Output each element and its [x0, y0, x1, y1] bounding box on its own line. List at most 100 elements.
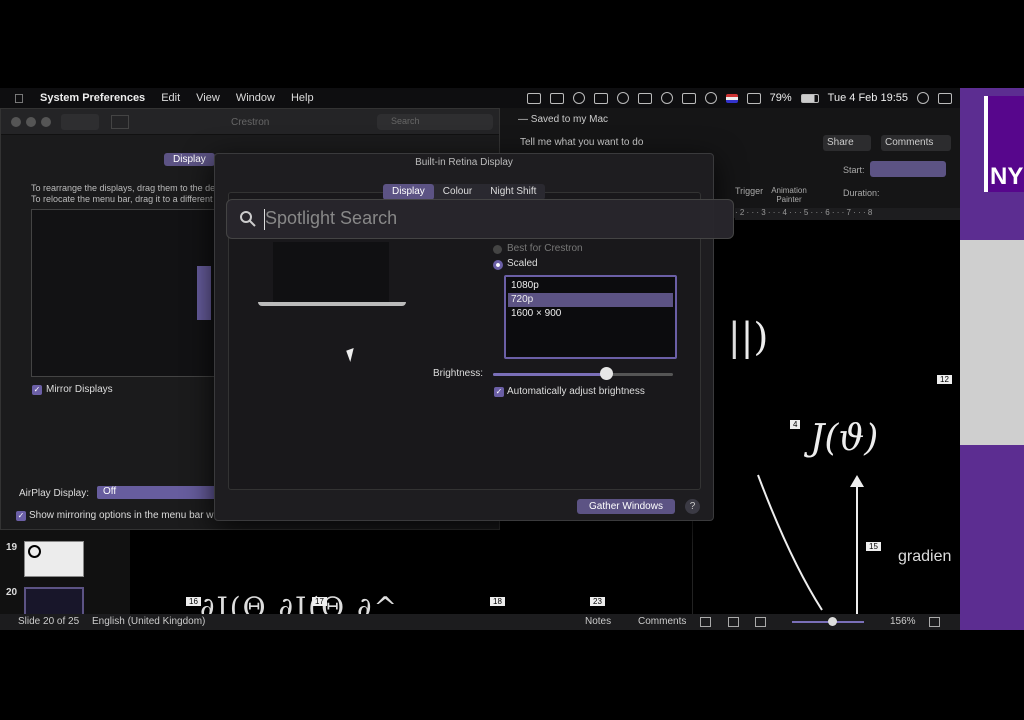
animation-tag: 18 — [490, 597, 505, 606]
slide-arrow-head — [850, 475, 864, 487]
resolution-option-selected[interactable]: 720p — [508, 293, 673, 307]
tell-me-field[interactable]: Tell me what you want to do — [520, 137, 643, 148]
show-all-grid-icon[interactable] — [111, 115, 129, 129]
teamviewer-icon[interactable] — [526, 92, 541, 104]
presenter-photo — [960, 240, 1024, 445]
save-status: — Saved to my Mac — [518, 114, 609, 125]
dropbox-icon[interactable] — [549, 92, 564, 104]
menu-view[interactable]: View — [196, 92, 220, 104]
trigger-button[interactable]: Trigger — [735, 186, 763, 196]
normal-view-icon[interactable] — [700, 617, 711, 627]
best-for-radio[interactable] — [493, 245, 502, 254]
wifi-icon[interactable] — [704, 92, 717, 104]
resolution-list[interactable]: 1080p 720p 1600 × 900 — [504, 275, 677, 359]
animation-tag: 15 — [866, 542, 881, 551]
show-mirroring-label: Show mirroring options in the menu bar w — [29, 510, 214, 521]
mirror-displays-label: Mirror Displays — [46, 384, 113, 395]
brightness-slider-fill — [493, 373, 607, 376]
thumbnail-number: 20 — [6, 587, 18, 598]
gather-windows-button[interactable]: Gather Windows — [577, 499, 675, 514]
spotlight-input[interactable]: Spotlight Search — [265, 208, 397, 229]
slide-counter: Slide 20 of 25 — [18, 616, 80, 627]
volume-icon[interactable] — [746, 92, 761, 104]
notes-button[interactable]: Notes — [585, 616, 611, 627]
airplay-select[interactable]: Off — [97, 486, 217, 499]
tab-display[interactable]: Display — [383, 184, 434, 200]
zoom-level[interactable]: 156% — [890, 616, 916, 627]
fit-to-window-icon[interactable] — [929, 617, 940, 627]
menu-extras: 79% Tue 4 Feb 19:55 — [526, 88, 952, 108]
spotlight-search-bar[interactable]: Spotlight Search — [226, 199, 734, 239]
animation-tag: 23 — [590, 597, 605, 606]
tab-night-shift[interactable]: Night Shift — [481, 184, 545, 200]
search-input[interactable]: Search — [377, 114, 493, 130]
reading-view-icon[interactable] — [755, 617, 766, 627]
show-mirroring-checkbox[interactable]: ✓ — [16, 511, 26, 521]
screen-icon[interactable] — [637, 92, 652, 104]
slide-curve — [757, 474, 823, 611]
minimize-button[interactable] — [26, 117, 36, 127]
share-button[interactable]: Share — [823, 135, 871, 151]
brightness-label: Brightness: — [433, 368, 484, 379]
auto-brightness-label: Automatically adjust brightness — [507, 386, 645, 397]
comments-status-button[interactable]: Comments — [638, 616, 686, 627]
window-title: Crestron — [231, 117, 270, 128]
notification-center-icon[interactable] — [938, 92, 952, 104]
close-button[interactable] — [11, 117, 21, 127]
thumbnail-number: 19 — [6, 542, 18, 553]
language-indicator[interactable]: English (United Kingdom) — [92, 616, 205, 627]
display-arrangement-area[interactable] — [31, 209, 216, 377]
display-thumbnail[interactable] — [197, 266, 211, 320]
thumbnail-slide-20[interactable] — [24, 587, 84, 617]
auto-brightness-checkbox[interactable]: ✓ — [494, 387, 504, 397]
slide-math-cost: J(ϑ) — [810, 418, 879, 459]
best-for-label: Best for Crestron — [507, 243, 583, 254]
animation-tag: 12 — [937, 375, 952, 384]
menu-window[interactable]: Window — [236, 92, 275, 104]
bluetooth-icon[interactable] — [681, 92, 696, 104]
start-label: Start: — [843, 165, 865, 175]
tab-bar: Display Colour Night Shift — [383, 184, 546, 200]
resolution-option[interactable]: 1600 × 900 — [508, 307, 673, 321]
zoom-button[interactable] — [41, 117, 51, 127]
scaled-radio[interactable] — [493, 260, 503, 270]
battery-percent[interactable]: 79% — [770, 92, 792, 104]
menu-edit[interactable]: Edit — [161, 92, 180, 104]
start-select[interactable] — [870, 161, 946, 177]
input-source-flag-icon[interactable] — [725, 93, 738, 103]
tab-colour[interactable]: Colour — [434, 184, 481, 200]
battery-icon[interactable] — [800, 93, 819, 103]
apple-icon[interactable]:  — [14, 91, 28, 106]
duration-label: Duration: — [843, 188, 880, 198]
animation-painter-button[interactable]: Animation Painter — [769, 186, 809, 204]
laptop-screen-illustration — [273, 242, 389, 302]
scaled-label: Scaled — [507, 258, 538, 269]
time-machine-icon[interactable] — [660, 92, 673, 104]
help-button[interactable]: ? — [685, 499, 700, 514]
animation-tag: 4 — [790, 420, 801, 429]
menu-app-name[interactable]: System Preferences — [40, 92, 145, 104]
search-icon[interactable] — [917, 92, 929, 104]
animation-tag: 16 — [186, 597, 201, 606]
slide-sorter-icon[interactable] — [728, 617, 739, 627]
glasses-icon[interactable] — [593, 92, 608, 104]
drive-icon[interactable] — [616, 92, 629, 104]
menu-clock[interactable]: Tue 4 Feb 19:55 — [828, 92, 908, 104]
tab-display[interactable]: Display — [164, 153, 215, 166]
mirror-displays-checkbox[interactable]: ✓ — [32, 385, 42, 395]
ruler: · 2 · · · 3 · · · 4 · · · 5 · · · 6 · · … — [735, 208, 960, 220]
resolution-option[interactable]: 1080p — [508, 279, 673, 293]
laptop-base-illustration — [258, 302, 406, 306]
animation-tag: 17 — [312, 597, 327, 606]
zoom-slider-knob[interactable] — [827, 617, 837, 626]
status-bar: Slide 20 of 25 English (United Kingdom) … — [0, 614, 960, 630]
eye-icon[interactable] — [572, 92, 585, 104]
window-title: Built-in Retina Display — [415, 157, 513, 168]
back-forward-buttons[interactable] — [61, 114, 99, 130]
search-icon — [240, 211, 256, 227]
arrange-info: To rearrange the displays, drag them to … — [31, 183, 216, 193]
comments-button[interactable]: Comments — [881, 135, 951, 151]
title-bar: Crestron Search — [1, 109, 499, 135]
menu-bar:  System Preferences Edit View Window He… — [0, 88, 960, 108]
menu-help[interactable]: Help — [291, 92, 314, 104]
